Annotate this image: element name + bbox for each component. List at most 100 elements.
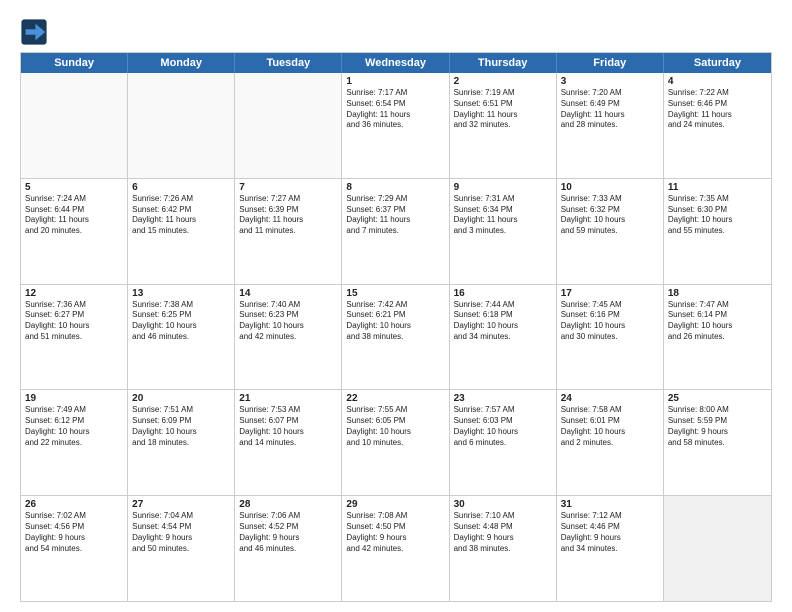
cell-info: Sunrise: 7:24 AM Sunset: 6:44 PM Dayligh… (25, 194, 123, 237)
cell-info: Sunrise: 7:42 AM Sunset: 6:21 PM Dayligh… (346, 300, 444, 343)
cell-info: Sunrise: 7:04 AM Sunset: 4:54 PM Dayligh… (132, 511, 230, 554)
day-cell-30: 30Sunrise: 7:10 AM Sunset: 4:48 PM Dayli… (450, 496, 557, 601)
cell-info: Sunrise: 7:38 AM Sunset: 6:25 PM Dayligh… (132, 300, 230, 343)
day-number: 7 (239, 182, 337, 193)
day-cell-8: 8Sunrise: 7:29 AM Sunset: 6:37 PM Daylig… (342, 179, 449, 284)
day-number: 11 (668, 182, 767, 193)
calendar-row-3: 19Sunrise: 7:49 AM Sunset: 6:12 PM Dayli… (21, 390, 771, 496)
day-cell-31: 31Sunrise: 7:12 AM Sunset: 4:46 PM Dayli… (557, 496, 664, 601)
cell-info: Sunrise: 7:31 AM Sunset: 6:34 PM Dayligh… (454, 194, 552, 237)
day-number: 15 (346, 288, 444, 299)
day-number: 8 (346, 182, 444, 193)
day-number: 4 (668, 76, 767, 87)
cell-info: Sunrise: 7:27 AM Sunset: 6:39 PM Dayligh… (239, 194, 337, 237)
cell-info: Sunrise: 7:51 AM Sunset: 6:09 PM Dayligh… (132, 405, 230, 448)
cell-info: Sunrise: 7:58 AM Sunset: 6:01 PM Dayligh… (561, 405, 659, 448)
calendar-row-0: 1Sunrise: 7:17 AM Sunset: 6:54 PM Daylig… (21, 73, 771, 179)
page: SundayMondayTuesdayWednesdayThursdayFrid… (0, 0, 792, 612)
cell-info: Sunrise: 7:26 AM Sunset: 6:42 PM Dayligh… (132, 194, 230, 237)
weekday-header-friday: Friday (557, 53, 664, 73)
day-cell-29: 29Sunrise: 7:08 AM Sunset: 4:50 PM Dayli… (342, 496, 449, 601)
day-number: 22 (346, 393, 444, 404)
day-number: 26 (25, 499, 123, 510)
day-cell-15: 15Sunrise: 7:42 AM Sunset: 6:21 PM Dayli… (342, 285, 449, 390)
logo-icon (20, 18, 48, 46)
day-number: 5 (25, 182, 123, 193)
cell-info: Sunrise: 7:19 AM Sunset: 6:51 PM Dayligh… (454, 88, 552, 131)
day-number: 6 (132, 182, 230, 193)
cell-info: Sunrise: 7:02 AM Sunset: 4:56 PM Dayligh… (25, 511, 123, 554)
cell-info: Sunrise: 7:49 AM Sunset: 6:12 PM Dayligh… (25, 405, 123, 448)
weekday-header-sunday: Sunday (21, 53, 128, 73)
day-cell-21: 21Sunrise: 7:53 AM Sunset: 6:07 PM Dayli… (235, 390, 342, 495)
day-number: 20 (132, 393, 230, 404)
cell-info: Sunrise: 7:55 AM Sunset: 6:05 PM Dayligh… (346, 405, 444, 448)
day-number: 12 (25, 288, 123, 299)
day-number: 1 (346, 76, 444, 87)
logo (20, 18, 52, 46)
day-cell-25: 25Sunrise: 8:00 AM Sunset: 5:59 PM Dayli… (664, 390, 771, 495)
day-cell-28: 28Sunrise: 7:06 AM Sunset: 4:52 PM Dayli… (235, 496, 342, 601)
day-cell-27: 27Sunrise: 7:04 AM Sunset: 4:54 PM Dayli… (128, 496, 235, 601)
cell-info: Sunrise: 7:29 AM Sunset: 6:37 PM Dayligh… (346, 194, 444, 237)
day-number: 23 (454, 393, 552, 404)
calendar-row-2: 12Sunrise: 7:36 AM Sunset: 6:27 PM Dayli… (21, 285, 771, 391)
calendar-row-1: 5Sunrise: 7:24 AM Sunset: 6:44 PM Daylig… (21, 179, 771, 285)
day-cell-1: 1Sunrise: 7:17 AM Sunset: 6:54 PM Daylig… (342, 73, 449, 178)
day-cell-12: 12Sunrise: 7:36 AM Sunset: 6:27 PM Dayli… (21, 285, 128, 390)
day-cell-14: 14Sunrise: 7:40 AM Sunset: 6:23 PM Dayli… (235, 285, 342, 390)
day-cell-19: 19Sunrise: 7:49 AM Sunset: 6:12 PM Dayli… (21, 390, 128, 495)
weekday-header-saturday: Saturday (664, 53, 771, 73)
day-cell-4: 4Sunrise: 7:22 AM Sunset: 6:46 PM Daylig… (664, 73, 771, 178)
empty-cell-4-6 (664, 496, 771, 601)
day-cell-7: 7Sunrise: 7:27 AM Sunset: 6:39 PM Daylig… (235, 179, 342, 284)
day-number: 14 (239, 288, 337, 299)
cell-info: Sunrise: 7:20 AM Sunset: 6:49 PM Dayligh… (561, 88, 659, 131)
weekday-header-wednesday: Wednesday (342, 53, 449, 73)
day-cell-9: 9Sunrise: 7:31 AM Sunset: 6:34 PM Daylig… (450, 179, 557, 284)
day-cell-11: 11Sunrise: 7:35 AM Sunset: 6:30 PM Dayli… (664, 179, 771, 284)
header (20, 18, 772, 46)
cell-info: Sunrise: 7:40 AM Sunset: 6:23 PM Dayligh… (239, 300, 337, 343)
day-number: 21 (239, 393, 337, 404)
cell-info: Sunrise: 7:17 AM Sunset: 6:54 PM Dayligh… (346, 88, 444, 131)
cell-info: Sunrise: 7:47 AM Sunset: 6:14 PM Dayligh… (668, 300, 767, 343)
cell-info: Sunrise: 7:06 AM Sunset: 4:52 PM Dayligh… (239, 511, 337, 554)
cell-info: Sunrise: 7:12 AM Sunset: 4:46 PM Dayligh… (561, 511, 659, 554)
empty-cell-0-0 (21, 73, 128, 178)
day-cell-17: 17Sunrise: 7:45 AM Sunset: 6:16 PM Dayli… (557, 285, 664, 390)
empty-cell-0-2 (235, 73, 342, 178)
day-cell-3: 3Sunrise: 7:20 AM Sunset: 6:49 PM Daylig… (557, 73, 664, 178)
cell-info: Sunrise: 7:08 AM Sunset: 4:50 PM Dayligh… (346, 511, 444, 554)
cell-info: Sunrise: 7:44 AM Sunset: 6:18 PM Dayligh… (454, 300, 552, 343)
day-cell-26: 26Sunrise: 7:02 AM Sunset: 4:56 PM Dayli… (21, 496, 128, 601)
empty-cell-0-1 (128, 73, 235, 178)
day-number: 19 (25, 393, 123, 404)
day-number: 28 (239, 499, 337, 510)
day-cell-2: 2Sunrise: 7:19 AM Sunset: 6:51 PM Daylig… (450, 73, 557, 178)
weekday-header-tuesday: Tuesday (235, 53, 342, 73)
cell-info: Sunrise: 7:22 AM Sunset: 6:46 PM Dayligh… (668, 88, 767, 131)
calendar-header: SundayMondayTuesdayWednesdayThursdayFrid… (21, 53, 771, 73)
day-number: 31 (561, 499, 659, 510)
cell-info: Sunrise: 7:57 AM Sunset: 6:03 PM Dayligh… (454, 405, 552, 448)
day-number: 25 (668, 393, 767, 404)
day-number: 13 (132, 288, 230, 299)
day-cell-18: 18Sunrise: 7:47 AM Sunset: 6:14 PM Dayli… (664, 285, 771, 390)
day-number: 17 (561, 288, 659, 299)
weekday-header-thursday: Thursday (450, 53, 557, 73)
cell-info: Sunrise: 7:53 AM Sunset: 6:07 PM Dayligh… (239, 405, 337, 448)
day-cell-5: 5Sunrise: 7:24 AM Sunset: 6:44 PM Daylig… (21, 179, 128, 284)
cell-info: Sunrise: 7:10 AM Sunset: 4:48 PM Dayligh… (454, 511, 552, 554)
day-number: 2 (454, 76, 552, 87)
cell-info: Sunrise: 7:33 AM Sunset: 6:32 PM Dayligh… (561, 194, 659, 237)
day-cell-13: 13Sunrise: 7:38 AM Sunset: 6:25 PM Dayli… (128, 285, 235, 390)
day-cell-16: 16Sunrise: 7:44 AM Sunset: 6:18 PM Dayli… (450, 285, 557, 390)
day-number: 27 (132, 499, 230, 510)
day-cell-6: 6Sunrise: 7:26 AM Sunset: 6:42 PM Daylig… (128, 179, 235, 284)
calendar: SundayMondayTuesdayWednesdayThursdayFrid… (20, 52, 772, 602)
day-cell-22: 22Sunrise: 7:55 AM Sunset: 6:05 PM Dayli… (342, 390, 449, 495)
calendar-body: 1Sunrise: 7:17 AM Sunset: 6:54 PM Daylig… (21, 73, 771, 601)
weekday-header-monday: Monday (128, 53, 235, 73)
day-number: 30 (454, 499, 552, 510)
